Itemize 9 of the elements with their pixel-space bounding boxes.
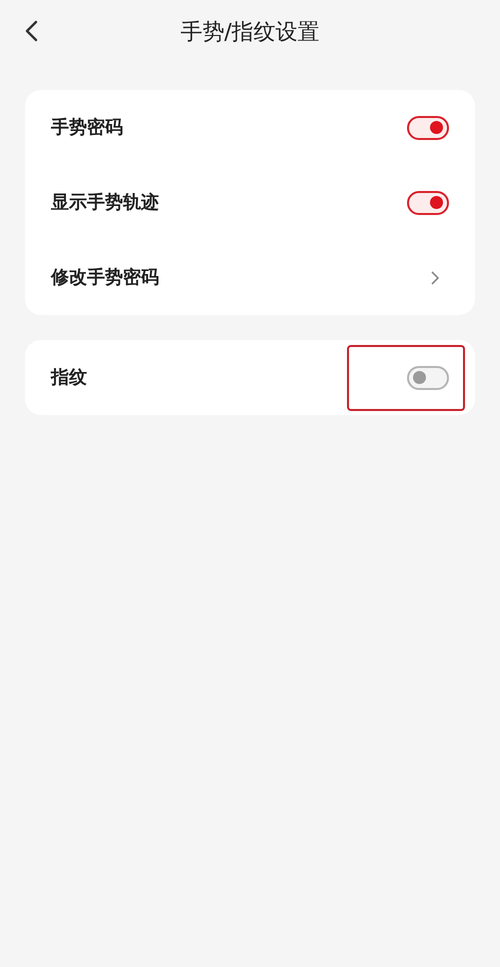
chevron-right-icon <box>431 270 439 284</box>
setting-label: 显示手势轨迹 <box>51 191 159 215</box>
setting-label: 修改手势密码 <box>51 266 159 290</box>
toggle-switch[interactable] <box>407 116 449 140</box>
setting-label: 指纹 <box>51 366 87 390</box>
toggle-switch[interactable] <box>407 190 449 214</box>
page-title: 手势/指纹设置 <box>180 18 320 46</box>
setting-label: 手势密码 <box>51 116 123 140</box>
toggle-switch[interactable] <box>407 366 449 390</box>
